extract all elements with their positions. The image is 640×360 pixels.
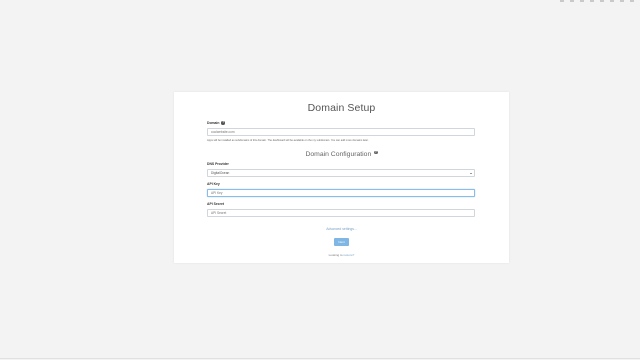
- bottom-divider: [0, 358, 640, 359]
- domain-label-text: Domain: [207, 121, 220, 125]
- domain-help-text: Apps will be installed as subdomains of …: [207, 139, 369, 142]
- help-icon[interactable]: ?: [374, 151, 378, 155]
- api-key-input[interactable]: [207, 189, 475, 197]
- toolbar-icon: [600, 0, 604, 2]
- api-secret-label: API Secret: [207, 202, 224, 206]
- setup-card: Domain Setup Domain ? Apps will be insta…: [174, 92, 509, 263]
- domain-configuration-title: Domain Configuration ?: [174, 151, 509, 158]
- toolbar-icon: [570, 0, 574, 2]
- domain-label: Domain ?: [207, 121, 225, 125]
- dns-provider-label: DNS Provider: [207, 162, 229, 166]
- help-icon[interactable]: ?: [221, 121, 225, 125]
- toolbar-icon: [580, 0, 584, 2]
- chevron-down-icon: [470, 172, 472, 174]
- api-secret-input[interactable]: [207, 209, 475, 217]
- browser-toolbar-icons: [560, 0, 634, 3]
- next-button[interactable]: Next: [334, 238, 349, 246]
- toolbar-icon: [610, 0, 614, 2]
- restore-link[interactable]: restore?: [343, 253, 354, 257]
- toolbar-icon: [630, 0, 634, 2]
- toolbar-icon: [590, 0, 594, 2]
- toolbar-icon: [560, 0, 564, 2]
- section-title-text: Domain Configuration: [305, 151, 372, 158]
- page-title: Domain Setup: [307, 102, 376, 114]
- toolbar-icon: [620, 0, 624, 2]
- dns-provider-value: DigitalOcean: [211, 171, 230, 175]
- dns-provider-select[interactable]: DigitalOcean: [207, 169, 475, 177]
- restore-prompt-text: Looking to: [328, 253, 343, 257]
- api-key-label: API Key: [207, 182, 220, 186]
- advanced-settings-link[interactable]: Advanced settings...: [174, 227, 509, 231]
- restore-prompt: Looking to restore?: [174, 253, 509, 257]
- domain-input[interactable]: [207, 128, 475, 136]
